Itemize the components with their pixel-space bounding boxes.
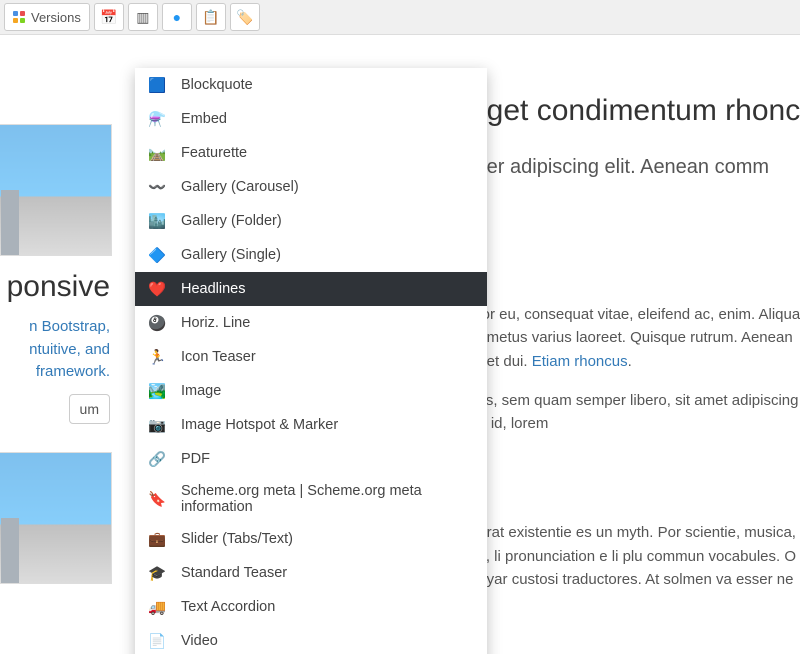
- gallery-single-icon: 🔷: [147, 245, 167, 265]
- dropdown-item-label: Image Hotspot & Marker: [181, 417, 338, 433]
- analytics-button[interactable]: ●: [162, 3, 192, 31]
- tag-button[interactable]: 🏷️: [230, 3, 260, 31]
- dropdown-item-label: Headlines: [181, 281, 246, 297]
- thumbnail-image-1: [0, 124, 112, 256]
- dropdown-item-scheme-meta[interactable]: 🔖 Scheme.org meta | Scheme.org meta infor…: [135, 476, 487, 522]
- responsive-body: n Bootstrap, ntuitive, and framework.: [0, 316, 110, 384]
- blocks-button[interactable]: ▥: [128, 3, 158, 31]
- etiam-link[interactable]: Etiam rhoncus: [532, 353, 628, 370]
- dropdown-item-headlines[interactable]: ❤️ Headlines: [135, 272, 487, 306]
- dropdown-item-label: PDF: [181, 451, 210, 467]
- dropdown-item-gallery-single[interactable]: 🔷 Gallery (Single): [135, 238, 487, 272]
- dropdown-item-gallery-folder[interactable]: 🏙️ Gallery (Folder): [135, 204, 487, 238]
- clipboard-button[interactable]: 📋: [196, 3, 226, 31]
- embed-icon: ⚗️: [147, 109, 167, 129]
- dropdown-item-video[interactable]: 📄 Video: [135, 624, 487, 654]
- calendar-icon: 📅: [100, 9, 117, 26]
- dropdown-item-standard-teaser[interactable]: 🎓 Standard Teaser: [135, 556, 487, 590]
- dropdown-item-horiz-line[interactable]: 🎱 Horiz. Line: [135, 306, 487, 340]
- icon-teaser-icon: 🏃: [147, 347, 167, 367]
- image-hotspot-icon: 📷: [147, 415, 167, 435]
- dropdown-item-image[interactable]: 🏞️ Image: [135, 374, 487, 408]
- lead-paragraph: tuer adipiscing elit. Aenean comm: [470, 152, 800, 183]
- scheme-meta-icon: 🔖: [147, 489, 167, 509]
- responsive-button[interactable]: um: [69, 394, 110, 424]
- dropdown-item-label: Image: [181, 383, 221, 399]
- paragraph-3: parat existentie es un myth. Por scienti…: [470, 521, 800, 591]
- versions-icon: [13, 11, 25, 23]
- blocks-icon: ▥: [136, 9, 149, 26]
- dropdown-item-text-accordion[interactable]: 🚚 Text Accordion: [135, 590, 487, 624]
- dropdown-item-embed[interactable]: ⚗️ Embed: [135, 102, 487, 136]
- dropdown-item-label: Gallery (Folder): [181, 213, 282, 229]
- page-body: ponsive n Bootstrap, ntuitive, and frame…: [0, 34, 800, 654]
- versions-label: Versions: [31, 10, 81, 25]
- top-toolbar: Versions 📅 ▥ ● 📋 🏷️: [0, 0, 800, 35]
- dropdown-item-label: Blockquote: [181, 77, 253, 93]
- horiz-line-icon: 🎱: [147, 313, 167, 333]
- paragraph-2: cus, sem quam semper libero, sit amet ad…: [470, 389, 800, 436]
- page-title: eget condimentum rhonc: [470, 94, 800, 128]
- headlines-icon: ❤️: [147, 279, 167, 299]
- dropdown-item-label: Featurette: [181, 145, 247, 161]
- pdf-icon: 🔗: [147, 449, 167, 469]
- thumbnail-image-2: [0, 452, 112, 584]
- dropdown-item-blockquote[interactable]: 🟦 Blockquote: [135, 68, 487, 102]
- featurette-icon: 🛤️: [147, 143, 167, 163]
- clipboard-icon: 📋: [202, 9, 219, 26]
- versions-button[interactable]: Versions: [4, 3, 90, 31]
- dropdown-item-slider[interactable]: 💼 Slider (Tabs/Text): [135, 522, 487, 556]
- main-content: eget condimentum rhonc tuer adipiscing e…: [470, 94, 800, 607]
- insert-block-dropdown: 🟦 Blockquote ⚗️ Embed 🛤️ Featurette 〰️ Gallery …: [135, 68, 487, 654]
- gallery-carousel-icon: 〰️: [147, 177, 167, 197]
- paragraph-1: titor eu, consequat vitae, eleifend ac, …: [470, 303, 800, 373]
- slider-icon: 💼: [147, 529, 167, 549]
- blockquote-icon: 🟦: [147, 75, 167, 95]
- left-column: ponsive n Bootstrap, ntuitive, and frame…: [0, 34, 110, 598]
- dropdown-item-label: Gallery (Single): [181, 247, 281, 263]
- dropdown-item-gallery-carousel[interactable]: 〰️ Gallery (Carousel): [135, 170, 487, 204]
- video-icon: 📄: [147, 631, 167, 651]
- dropdown-item-image-hotspot[interactable]: 📷 Image Hotspot & Marker: [135, 408, 487, 442]
- dropdown-item-pdf[interactable]: 🔗 PDF: [135, 442, 487, 476]
- standard-teaser-icon: 🎓: [147, 563, 167, 583]
- dropdown-item-label: Embed: [181, 111, 227, 127]
- tag-icon: 🏷️: [236, 9, 253, 26]
- dropdown-item-label: Slider (Tabs/Text): [181, 531, 293, 547]
- responsive-heading: ponsive: [0, 270, 110, 304]
- gallery-folder-icon: 🏙️: [147, 211, 167, 231]
- dropdown-item-label: Gallery (Carousel): [181, 179, 299, 195]
- dropdown-item-featurette[interactable]: 🛤️ Featurette: [135, 136, 487, 170]
- dropdown-item-label: Text Accordion: [181, 599, 275, 615]
- dropdown-item-label: Horiz. Line: [181, 315, 250, 331]
- calendar-button[interactable]: 📅: [94, 3, 124, 31]
- pie-icon: ●: [173, 9, 181, 25]
- image-icon: 🏞️: [147, 381, 167, 401]
- dropdown-item-label: Standard Teaser: [181, 565, 287, 581]
- dropdown-item-label: Icon Teaser: [181, 349, 256, 365]
- text-accordion-icon: 🚚: [147, 597, 167, 617]
- dropdown-item-icon-teaser[interactable]: 🏃 Icon Teaser: [135, 340, 487, 374]
- dropdown-item-label: Scheme.org meta | Scheme.org meta inform…: [181, 483, 475, 515]
- dropdown-item-label: Video: [181, 633, 218, 649]
